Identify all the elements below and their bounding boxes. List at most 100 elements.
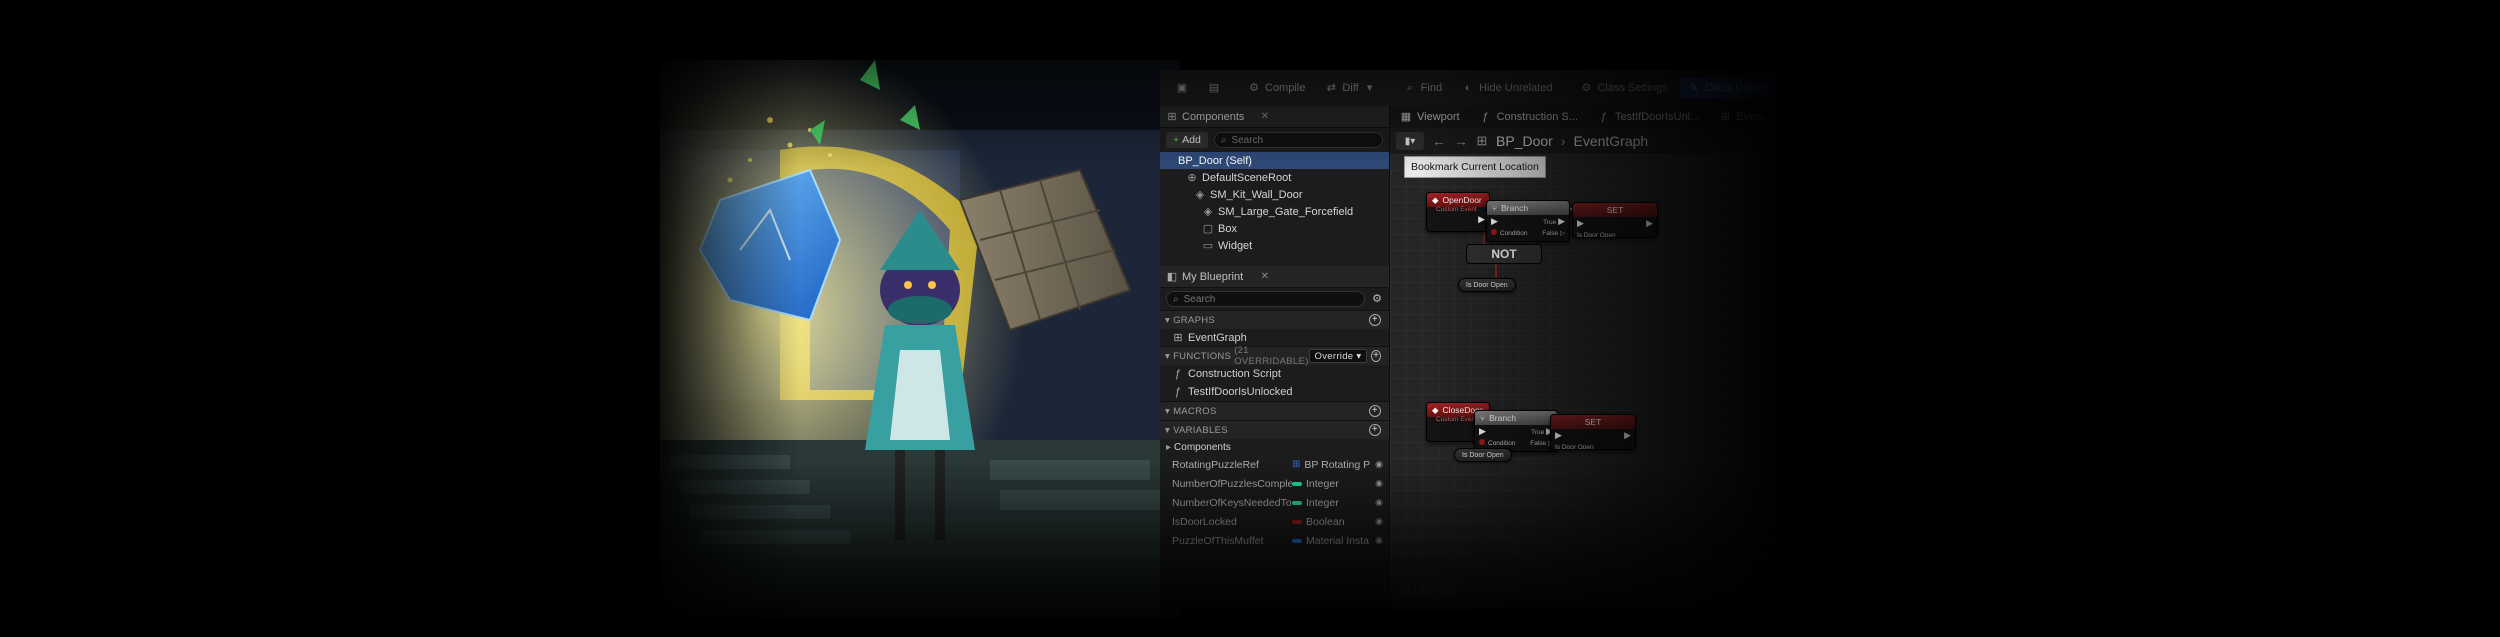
visibility-eye-icon[interactable]: ◉ xyxy=(1375,478,1383,489)
add-macro-button[interactable]: + xyxy=(1369,405,1381,417)
components-tab[interactable]: ⊞ Components ✕ xyxy=(1160,106,1389,128)
add-graph-button[interactable]: + xyxy=(1369,314,1381,326)
close-icon[interactable]: ✕ xyxy=(1261,271,1269,282)
add-component-button[interactable]: + Add xyxy=(1166,132,1208,148)
value-pin[interactable]: Is Door Open xyxy=(1573,229,1657,238)
save-button[interactable]: ▣ xyxy=(1168,78,1196,98)
variables-section-header[interactable]: ▾ VARIABLES + xyxy=(1160,420,1389,439)
chevron-down-icon: ▾ xyxy=(1165,424,1171,436)
node-header: SET xyxy=(1551,415,1635,429)
left-panel: ⊞ Components ✕ + Add ⌕ Search BP_Door (Sel… xyxy=(1160,106,1390,610)
my-blueprint-tab[interactable]: ◧ My Blueprint ✕ xyxy=(1160,266,1389,288)
component-item-self[interactable]: BP_Door (Self) xyxy=(1160,152,1389,169)
variable-name: RotatingPuzzleRef xyxy=(1172,458,1259,471)
true-label: True xyxy=(1543,218,1557,226)
class-settings-button[interactable]: ⚙ Class Settings xyxy=(1572,78,1675,98)
condition-pin[interactable]: Condition xyxy=(1479,439,1515,447)
function-icon: ƒ xyxy=(1174,386,1182,398)
components-search-input[interactable]: ⌕ Search xyxy=(1213,132,1383,148)
exec-pins: ▶ ▶ xyxy=(1551,429,1635,441)
functions-section-header[interactable]: ▾ FUNCTIONS (21 OVERRIDABLE) Override ▾ + xyxy=(1160,345,1389,367)
add-function-button[interactable]: + xyxy=(1371,350,1381,362)
browse-icon: ▤ xyxy=(1208,82,1220,94)
branch-node[interactable]: ⑂Branch ▶True ▶ ConditionFalse ▷ xyxy=(1486,200,1570,242)
variable-row[interactable]: PuzzleOfThisMuffet Material Insta ◉ xyxy=(1160,531,1389,550)
component-item-root[interactable]: ⊕ DefaultSceneRoot xyxy=(1160,169,1389,186)
macros-section-header[interactable]: ▾ MACROS + xyxy=(1160,401,1389,420)
node-subtitle: Custom Event xyxy=(1436,206,1477,213)
hide-unrelated-icon: ◐ xyxy=(1464,82,1472,94)
node-title: OpenDoor xyxy=(1442,195,1482,205)
diff-button[interactable]: ⇄ Diff ▾ xyxy=(1317,78,1383,98)
is-door-open-getter[interactable]: Is Door Open xyxy=(1458,278,1516,292)
value-label: Is Door Open xyxy=(1577,231,1616,238)
hide-unrelated-label: Hide Unrelated xyxy=(1479,82,1553,94)
diff-label: Diff xyxy=(1342,82,1359,94)
open-door-event-node[interactable]: ◆ OpenDoor Custom Event ▶ xyxy=(1426,192,1490,232)
true-pin[interactable]: True ▶ xyxy=(1543,216,1565,227)
variable-row[interactable]: NumberOfPuzzlesComplet Integer ◉ xyxy=(1160,474,1389,493)
exec-pin-icon[interactable]: ▶ xyxy=(1479,426,1486,437)
find-button[interactable]: ⌕ Find xyxy=(1396,78,1450,98)
add-variable-button[interactable]: + xyxy=(1369,424,1381,436)
variable-type-label: Material Insta xyxy=(1306,534,1370,547)
my-blueprint-search-input[interactable]: ⌕ Search xyxy=(1166,291,1365,307)
bool-pin-icon xyxy=(1491,229,1497,235)
function-item-test-door[interactable]: ƒ TestIfDoorIsUnlocked xyxy=(1160,383,1389,401)
class-defaults-icon: ✎ xyxy=(1689,82,1699,94)
variable-row[interactable]: NumberOfKeysNeededToC Integer ◉ xyxy=(1160,493,1389,512)
gear-icon[interactable]: ⚙ xyxy=(1371,293,1383,305)
visibility-eye-icon[interactable]: ◉ xyxy=(1375,459,1383,470)
not-node[interactable]: NOT xyxy=(1466,244,1542,264)
component-item-wall-door[interactable]: ◈ SM_Kit_Wall_Door xyxy=(1160,186,1389,203)
component-item-box[interactable]: ▢ Box xyxy=(1160,220,1389,237)
object-type-icon xyxy=(1292,538,1302,543)
false-pin[interactable]: False ▷ xyxy=(1542,229,1565,237)
event-graph-canvas[interactable]: ▦ Viewport ƒ Construction S... ƒ TestIfDoor… xyxy=(1390,106,1780,610)
branch-node[interactable]: ⑂Branch ▶True ▶ ConditionFalse ▷ xyxy=(1474,410,1558,452)
set-node[interactable]: SET ▶ ▶ Is Door Open xyxy=(1572,202,1658,238)
exec-pin-icon[interactable]: ▶ xyxy=(1646,218,1653,229)
hide-unrelated-button[interactable]: ◐ Hide Unrelated xyxy=(1454,78,1560,98)
class-defaults-button[interactable]: ✎ Class Defaults xyxy=(1679,78,1780,98)
getter-label: Is Door Open xyxy=(1462,451,1504,459)
visibility-eye-icon[interactable]: ◉ xyxy=(1375,497,1383,508)
component-item-forcefield[interactable]: ◈ SM_Large_Gate_Forcefield xyxy=(1160,203,1389,220)
function-item-construction[interactable]: ƒ Construction Script xyxy=(1160,365,1389,383)
node-header: SET xyxy=(1573,203,1657,217)
static-mesh-icon: ◈ xyxy=(1195,188,1205,201)
is-door-open-getter[interactable]: Is Door Open xyxy=(1454,448,1512,462)
bool-pin-icon xyxy=(1479,439,1485,445)
node-title: Branch xyxy=(1489,413,1517,423)
graph-item-event-graph[interactable]: ⊞ EventGraph xyxy=(1160,329,1389,346)
chevron-down-icon: ▾ xyxy=(1165,314,1171,326)
graphs-section-header[interactable]: ▾ GRAPHS + xyxy=(1160,310,1389,329)
override-dropdown[interactable]: Override ▾ xyxy=(1308,349,1368,363)
exec-pin-icon[interactable]: ▶ xyxy=(1577,218,1584,229)
variables-label: VARIABLES xyxy=(1173,424,1228,436)
exec-pins: ▶True ▶ xyxy=(1475,425,1557,437)
variables-category-components[interactable]: ▸ Components xyxy=(1160,439,1389,455)
exec-pin-icon: ▶ xyxy=(1558,215,1565,226)
editor-toolbar: ▣ ▤ ⚙ Compile ⇄ Diff ▾ ⌕ Find ◐ Hide Unrelate… xyxy=(1160,70,1780,106)
compile-button[interactable]: ⚙ Compile xyxy=(1240,78,1313,98)
components-tab-label: Components xyxy=(1182,110,1245,123)
browse-button[interactable]: ▤ xyxy=(1200,78,1228,98)
value-pin[interactable]: Is Door Open xyxy=(1551,441,1635,450)
visibility-eye-icon[interactable]: ◉ xyxy=(1375,516,1383,527)
variable-row[interactable]: RotatingPuzzleRef ⊞ BP Rotating P ◉ xyxy=(1160,455,1389,474)
exec-pin-icon[interactable]: ▶ xyxy=(1624,430,1631,441)
node-title: Branch xyxy=(1501,203,1529,213)
close-icon[interactable]: ✕ xyxy=(1261,111,1269,122)
exec-out-pin[interactable]: ▶ xyxy=(1427,213,1489,225)
my-blueprint-search-placeholder: Search xyxy=(1183,293,1216,305)
exec-pin-icon[interactable]: ▶ xyxy=(1491,216,1498,227)
variable-row[interactable]: IsDoorLocked Boolean ◉ xyxy=(1160,512,1389,531)
exec-pin-icon[interactable]: ▶ xyxy=(1555,430,1562,441)
visibility-eye-icon[interactable]: ◉ xyxy=(1375,535,1383,546)
node-header: ◆ OpenDoor xyxy=(1427,193,1489,207)
object-type-icon: ⊞ xyxy=(1292,459,1301,470)
set-node[interactable]: SET ▶ ▶ Is Door Open xyxy=(1550,414,1636,450)
condition-pin[interactable]: Condition xyxy=(1491,229,1527,237)
component-item-widget[interactable]: ▭ Widget xyxy=(1160,237,1389,254)
